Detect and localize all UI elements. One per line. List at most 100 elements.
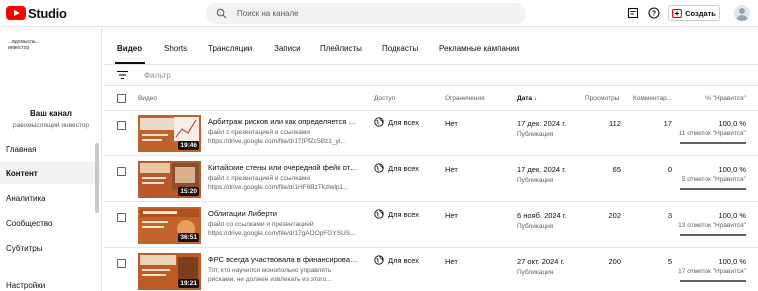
globe-icon: [374, 255, 384, 265]
svg-text:?: ?: [652, 11, 656, 18]
tab-podcasts[interactable]: Подкасты: [382, 44, 418, 53]
table-row[interactable]: 19:46 Арбитраж рисков или как определяет…: [103, 111, 758, 156]
visibility-label: Для всех: [388, 255, 420, 265]
visibility-dropdown[interactable]: Для всех: [374, 163, 419, 173]
channel-logo-text: ...вдомысль... инвестор: [8, 39, 40, 51]
video-title[interactable]: Китайские стены или очередной фейк от ре…: [208, 163, 358, 172]
likes-ratio-fill: [680, 142, 746, 144]
comments-count[interactable]: 3: [668, 211, 672, 220]
publish-status: Публикация: [517, 177, 554, 184]
likes-ratio-bar: [680, 188, 746, 190]
tab-videos[interactable]: Видео: [117, 44, 142, 53]
content-tabs: Видео Shorts Трансляции Записи Плейлисты…: [103, 27, 758, 65]
views-count: 112: [609, 119, 621, 128]
create-button[interactable]: Создать: [668, 5, 720, 21]
messages-icon[interactable]: [627, 7, 639, 19]
video-title[interactable]: Облигации Либерти: [208, 209, 358, 218]
restrictions-value: Нет: [445, 211, 458, 220]
column-views[interactable]: Просмотры: [585, 95, 619, 102]
comments-count[interactable]: 0: [668, 165, 672, 174]
video-duration: 15:20: [178, 187, 199, 196]
visibility-dropdown[interactable]: Для всех: [374, 209, 419, 219]
views-count: 200: [608, 257, 621, 266]
visibility-label: Для всех: [388, 209, 420, 219]
sidebar-item-label: Настройки: [6, 280, 46, 290]
channel-title: Ваш канал: [30, 109, 72, 118]
row-checkbox[interactable]: [117, 259, 126, 268]
video-description: рисками, не должен извлекать из этого...: [208, 276, 332, 283]
likes-ratio-bar: [680, 234, 746, 236]
row-checkbox[interactable]: [117, 213, 126, 222]
visibility-dropdown[interactable]: Для всех: [374, 255, 419, 265]
video-description: файл с презентацией и ссылками: [208, 129, 310, 136]
select-all-checkbox[interactable]: [117, 94, 126, 103]
search-input[interactable]: [237, 9, 497, 18]
comments-count[interactable]: 17: [664, 119, 672, 128]
filter-bar[interactable]: Фильтр: [103, 65, 758, 86]
globe-icon: [374, 117, 384, 127]
sidebar-item-settings[interactable]: Настройки: [0, 274, 100, 291]
column-likes[interactable]: % "Нравится": [705, 95, 746, 102]
likes-count: 17 отметок "Нравится": [678, 268, 746, 275]
column-restrictions[interactable]: Ограничения: [445, 95, 485, 102]
row-checkbox[interactable]: [117, 167, 126, 176]
video-thumbnail[interactable]: 15:20: [138, 161, 201, 198]
publish-status: Публикация: [517, 131, 554, 138]
video-thumbnail[interactable]: 19:21: [138, 253, 201, 290]
content-area: Видео Shorts Трансляции Записи Плейлисты…: [103, 27, 758, 291]
tab-shorts[interactable]: Shorts: [164, 44, 187, 53]
filter-icon[interactable]: [117, 70, 128, 80]
video-duration: 19:46: [178, 141, 199, 150]
likes-ratio-bar: [680, 142, 746, 144]
sidebar-scrollbar[interactable]: [95, 143, 99, 213]
video-duration: 36:51: [178, 233, 199, 242]
comments-count[interactable]: 5: [668, 257, 672, 266]
sidebar-item-home[interactable]: Главная: [0, 138, 100, 160]
globe-icon: [374, 209, 384, 219]
sidebar-item-content[interactable]: Контент: [0, 162, 100, 184]
tab-promotions[interactable]: Рекламные кампании: [439, 44, 519, 53]
sidebar-item-label: Аналитика: [6, 193, 46, 203]
video-thumbnail[interactable]: 19:46: [138, 115, 201, 152]
channel-logo[interactable]: ...вдомысль... инвестор: [8, 39, 40, 51]
logo-text: Studio: [28, 5, 67, 21]
video-description: https://drive.google.com/file/d/1HF8BzTk…: [208, 184, 349, 191]
video-title[interactable]: Арбитраж рисков или как определяется кур…: [208, 117, 358, 126]
likes-percent: 100,0 %: [718, 119, 746, 128]
account-avatar[interactable]: [734, 5, 750, 21]
visibility-label: Для всех: [388, 117, 420, 127]
sidebar-item-analytics[interactable]: Аналитика: [0, 187, 100, 209]
column-comments[interactable]: Комментар...: [633, 95, 672, 102]
table-row[interactable]: 19:21 ФРС всегда участвовала в финансиро…: [103, 249, 758, 291]
video-title[interactable]: ФРС всегда участвовала в финансировании.…: [208, 255, 358, 264]
column-access[interactable]: Доступ: [374, 95, 395, 102]
likes-ratio-fill: [680, 280, 746, 282]
create-label: Создать: [685, 8, 716, 18]
visibility-dropdown[interactable]: Для всех: [374, 117, 419, 127]
search-icon: [216, 8, 227, 19]
tab-live[interactable]: Трансляции: [208, 44, 252, 53]
publish-date: 17 дек. 2024 г.: [517, 165, 567, 174]
sidebar-item-community[interactable]: Сообщество: [0, 212, 100, 234]
table-row[interactable]: 15:20 Китайские стены или очередной фейк…: [103, 157, 758, 202]
search-bar[interactable]: [206, 3, 526, 24]
globe-icon: [374, 163, 384, 173]
tab-playlists[interactable]: Плейлисты: [320, 44, 362, 53]
row-checkbox[interactable]: [117, 121, 126, 130]
column-date[interactable]: Дата ↓: [517, 95, 537, 102]
likes-count: 11 отметок "Нравится": [678, 130, 746, 137]
table-row[interactable]: 36:51 Облигации Либерти файл со ссылками…: [103, 203, 758, 248]
tab-posts[interactable]: Записи: [274, 44, 301, 53]
views-count: 202: [608, 211, 621, 220]
likes-percent: 100,0 %: [718, 257, 746, 266]
help-icon[interactable]: ?: [648, 7, 660, 19]
likes-percent: 100,0 %: [718, 165, 746, 174]
likes-count: 13 отметок "Нравится": [678, 222, 746, 229]
filter-input[interactable]: Фильтр: [144, 71, 171, 80]
studio-logo[interactable]: Studio: [6, 5, 67, 21]
column-video[interactable]: Видео: [138, 95, 157, 102]
views-count: 65: [612, 165, 621, 174]
video-thumbnail[interactable]: 36:51: [138, 207, 201, 244]
sidebar-item-subtitles[interactable]: Субтитры: [0, 237, 100, 259]
publish-status: Публикация: [517, 223, 554, 230]
